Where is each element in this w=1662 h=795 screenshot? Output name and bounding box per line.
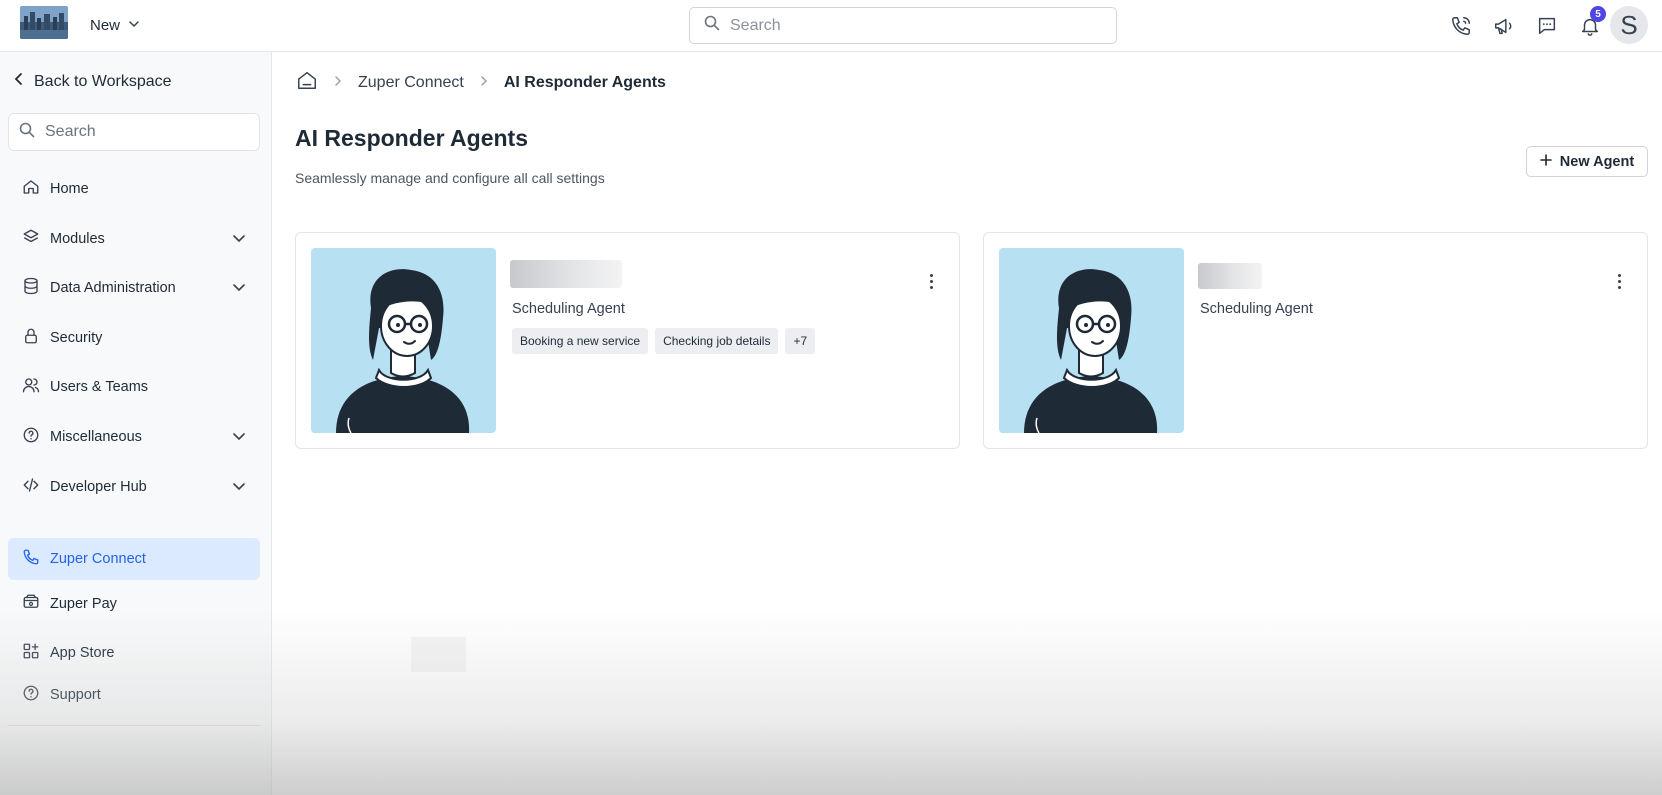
new-agent-button[interactable]: New Agent <box>1526 146 1648 177</box>
sidebar-item-security[interactable]: Security <box>8 317 260 359</box>
sidebar-item-home[interactable]: Home <box>8 168 260 210</box>
database-icon <box>22 277 40 299</box>
sidebar-item-app-store[interactable]: App Store <box>8 632 260 674</box>
sidebar-item-label: Miscellaneous <box>50 429 142 445</box>
agent-tag: Booking a new service <box>512 328 649 354</box>
sidebar-item-support[interactable]: Support <box>8 674 260 716</box>
agent-name-redacted <box>1198 263 1262 289</box>
sidebar-item-users-teams[interactable]: Users & Teams <box>8 366 260 408</box>
sidebar-item-label: Zuper Pay <box>50 596 117 612</box>
sidebar-item-label: Security <box>50 330 103 346</box>
user-avatar[interactable]: S <box>1610 6 1648 44</box>
breadcrumb-zuper-connect[interactable]: Zuper Connect <box>358 74 464 92</box>
sidebar-item-label: Support <box>50 687 101 703</box>
sidebar-divider <box>8 725 260 726</box>
agent-tag: Checking job details <box>655 328 779 354</box>
megaphone-icon[interactable] <box>1487 9 1521 43</box>
sidebar-search[interactable] <box>8 113 260 151</box>
sidebar-item-label: Data Administration <box>50 280 176 296</box>
layers-icon <box>22 228 40 250</box>
new-menu-label: New <box>90 16 121 34</box>
agent-avatar-illustration <box>311 248 496 433</box>
new-agent-label: New Agent <box>1559 153 1635 170</box>
sidebar-item-data-administration[interactable]: Data Administration <box>8 267 260 309</box>
agent-avatar-illustration <box>999 248 1184 433</box>
company-logo[interactable] <box>20 6 68 39</box>
lock-icon <box>22 327 40 349</box>
more-options-icon[interactable] <box>923 271 939 291</box>
global-search-input[interactable] <box>730 16 1090 35</box>
help-circle-icon <box>22 684 40 706</box>
back-to-workspace-label: Back to Workspace <box>34 72 172 90</box>
notification-badge: 5 <box>1590 6 1606 22</box>
top-bar: New 5 S <box>0 0 1662 52</box>
new-menu-button[interactable]: New <box>90 13 140 37</box>
breadcrumb: Zuper Connect AI Responder Agents <box>296 69 666 96</box>
top-icon-group: 5 <box>1444 6 1616 43</box>
search-icon <box>704 15 720 36</box>
agent-role: Scheduling Agent <box>512 301 625 317</box>
sidebar-item-label: Developer Hub <box>50 479 147 495</box>
chevron-down-icon <box>128 17 140 34</box>
phone-call-icon[interactable] <box>1444 9 1478 43</box>
users-icon <box>22 376 40 398</box>
chevron-down-icon <box>232 479 246 497</box>
agent-tags: Booking a new service Checking job detai… <box>512 328 816 354</box>
agent-tag-more[interactable]: +7 <box>785 328 816 354</box>
grid-plus-icon <box>22 642 40 664</box>
global-search[interactable] <box>689 7 1117 44</box>
agent-card[interactable]: Scheduling Agent <box>983 232 1648 449</box>
page-title: AI Responder Agents <box>295 125 529 151</box>
phone-icon <box>22 548 40 570</box>
home-icon <box>22 178 40 200</box>
sidebar-item-label: Users & Teams <box>50 379 149 395</box>
more-options-icon[interactable] <box>1611 271 1627 291</box>
sidebar-item-label: Zuper Connect <box>50 551 146 567</box>
page-subtitle: Seamlessly manage and configure all call… <box>295 170 605 186</box>
loading-placeholder <box>411 637 466 672</box>
plus-icon <box>1539 153 1552 170</box>
help-circle-icon <box>22 426 40 448</box>
sidebar-item-label: App Store <box>50 645 115 661</box>
sidebar-item-zuper-pay[interactable]: Zuper Pay <box>8 583 260 625</box>
chevron-down-icon <box>232 280 246 298</box>
chevron-down-icon <box>232 231 246 249</box>
sidebar: Back to Workspace Home Modules Data Admi… <box>0 52 272 795</box>
chevron-left-icon <box>14 72 24 91</box>
breadcrumb-current: AI Responder Agents <box>503 73 666 91</box>
home-icon[interactable] <box>296 69 318 96</box>
sidebar-search-input[interactable] <box>45 123 245 141</box>
agent-role: Scheduling Agent <box>1200 301 1313 317</box>
code-icon <box>22 476 40 498</box>
wallet-icon <box>22 593 40 615</box>
back-to-workspace-link[interactable]: Back to Workspace <box>14 72 172 91</box>
chevron-right-icon <box>334 74 342 92</box>
sidebar-item-miscellaneous[interactable]: Miscellaneous <box>8 416 260 458</box>
sidebar-item-modules[interactable]: Modules <box>8 218 260 260</box>
search-icon <box>19 122 35 143</box>
agent-card[interactable]: Scheduling Agent Booking a new service C… <box>295 232 960 449</box>
agent-name-redacted <box>510 260 622 288</box>
chevron-right-icon <box>480 74 488 92</box>
chevron-down-icon <box>232 429 246 447</box>
sidebar-item-zuper-connect[interactable]: Zuper Connect <box>8 538 260 580</box>
sidebar-item-label: Modules <box>50 231 105 247</box>
sidebar-item-developer-hub[interactable]: Developer Hub <box>8 466 260 508</box>
chat-icon[interactable] <box>1530 9 1564 43</box>
sidebar-item-label: Home <box>50 181 89 197</box>
bell-icon[interactable]: 5 <box>1573 6 1607 43</box>
